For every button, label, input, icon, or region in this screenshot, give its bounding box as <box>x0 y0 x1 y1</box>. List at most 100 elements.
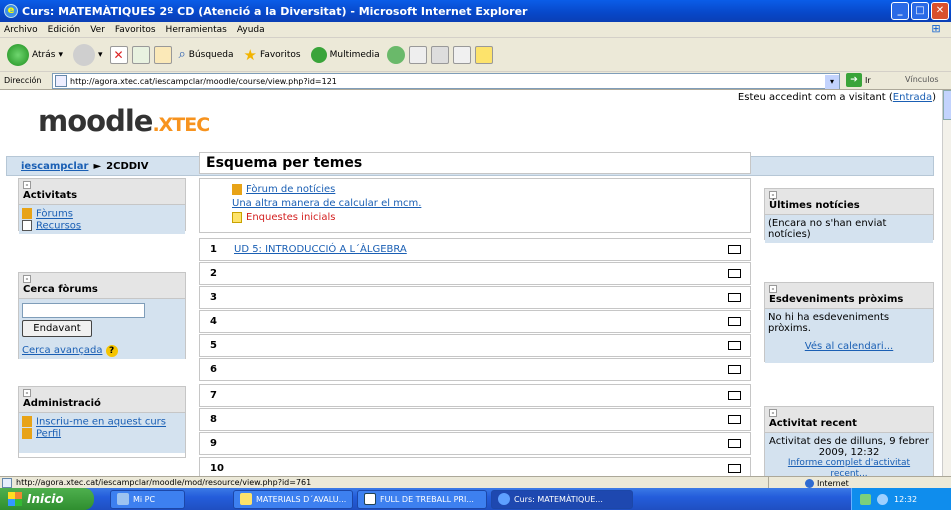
block-upcoming-events: - Esdeveniments pròxims No hi ha esdeveni… <box>764 282 934 363</box>
block-latest-news: - Últimes notícies (Encara no s'han envia… <box>764 188 934 243</box>
forward-button[interactable]: ▾ <box>70 43 106 66</box>
user-icon <box>22 416 32 427</box>
show-only-section-icon[interactable] <box>728 293 741 302</box>
search-label: Búsqueda <box>188 49 234 60</box>
link-forums[interactable]: Fòrums <box>36 209 73 220</box>
minimize-button[interactable]: _ <box>891 2 909 20</box>
start-button[interactable]: Inicio <box>0 488 94 510</box>
section-row: 10 <box>199 457 751 476</box>
scrollbar-thumb[interactable] <box>943 90 951 120</box>
show-only-section-icon[interactable] <box>728 415 741 424</box>
show-only-section-icon[interactable] <box>728 341 741 350</box>
help-icon[interactable]: ? <box>105 345 118 357</box>
block-title: Cerca fòrums <box>23 284 98 295</box>
collapse-icon[interactable]: - <box>23 389 31 397</box>
collapse-icon[interactable]: - <box>769 285 777 293</box>
page-content: moodle.XTEC Esteu accedint com a visitan… <box>0 90 942 476</box>
maximize-button[interactable]: □ <box>911 2 929 20</box>
link-recursos[interactable]: Recursos <box>36 220 81 231</box>
advanced-search-link[interactable]: Cerca avançada <box>22 345 102 356</box>
collapse-icon[interactable]: - <box>769 409 777 417</box>
multimedia-label: Multimedia <box>329 49 380 60</box>
favorites-button[interactable]: ★ Favoritos <box>241 46 304 64</box>
network-icon[interactable] <box>860 493 871 505</box>
collapse-icon[interactable]: - <box>23 275 31 283</box>
status-bar: http://agora.xtec.cat/iescampclar/moodle… <box>0 476 951 489</box>
link-enrol[interactable]: Inscriu-me en aquest curs <box>36 417 166 428</box>
menu-ver[interactable]: Ver <box>90 25 105 35</box>
menu-edicion[interactable]: Edición <box>48 25 81 35</box>
task-label: Mi PC <box>133 494 156 504</box>
folder-icon[interactable] <box>474 45 493 64</box>
edit-icon[interactable] <box>452 45 471 64</box>
section-row: 7 <box>199 384 751 407</box>
login-link[interactable]: Entrada <box>893 92 932 103</box>
show-only-section-icon[interactable] <box>728 464 741 473</box>
section-row: 9 <box>199 432 751 455</box>
no-events-text: No hi ha esdeveniments pròxims. <box>768 312 890 334</box>
ie-tray-icon[interactable] <box>877 493 888 505</box>
system-tray: 12:32 <box>851 488 951 510</box>
address-bar: Dirección http://agora.xtec.cat/iescampc… <box>0 72 951 90</box>
home-icon[interactable] <box>153 45 172 64</box>
show-only-section-icon[interactable] <box>728 391 741 400</box>
section-number: 5 <box>210 340 217 351</box>
task-full-treball[interactable]: FULL DE TREBALL PRI... <box>357 489 487 509</box>
link-surveys[interactable]: Enquestes inicials <box>246 212 335 223</box>
history-icon[interactable] <box>386 45 405 64</box>
show-only-section-icon[interactable] <box>728 245 741 254</box>
chevron-down-icon: ▾ <box>58 49 63 60</box>
task-materials[interactable]: MATERIALS D´AVALU... <box>233 489 353 509</box>
full-report-link[interactable]: Informe complet d'activitat recent... <box>788 458 910 476</box>
forum-icon <box>22 208 32 219</box>
links-button[interactable]: Vínculos <box>905 75 939 84</box>
breadcrumb-home[interactable]: iescampclar <box>21 161 88 172</box>
show-only-section-icon[interactable] <box>728 317 741 326</box>
close-button[interactable]: ✕ <box>931 2 949 20</box>
forum-search-input[interactable] <box>22 303 145 318</box>
collapse-icon[interactable]: - <box>23 181 31 189</box>
search-button[interactable]: ⌕ Búsqueda <box>176 47 237 62</box>
block-recent-activity: - Activitat recent Activitat des de dillu… <box>764 406 934 476</box>
forward-arrow-icon <box>72 43 95 66</box>
show-only-section-icon[interactable] <box>728 439 741 448</box>
section-row: 5 <box>199 334 751 357</box>
vertical-scrollbar[interactable] <box>942 90 951 476</box>
menu-favoritos[interactable]: Favoritos <box>115 25 156 35</box>
refresh-icon[interactable] <box>131 45 150 64</box>
menu-archivo[interactable]: Archivo <box>4 25 38 35</box>
link-news-forum[interactable]: Fòrum de notícies <box>246 184 335 195</box>
mail-icon[interactable] <box>408 45 427 64</box>
show-only-section-icon[interactable] <box>728 365 741 374</box>
menu-ayuda[interactable]: Ayuda <box>237 25 265 35</box>
forum-icon <box>232 183 242 195</box>
recent-activity-text: Activitat des de dilluns, 9 febrer 2009,… <box>769 436 929 458</box>
logo-text: moodle <box>38 104 153 138</box>
breadcrumb-separator: ► <box>93 160 102 172</box>
section-link[interactable]: UD 5: INTRODUCCIÓ A L´ÀLGEBRA <box>234 244 407 255</box>
section-row: 1 UD 5: INTRODUCCIÓ A L´ÀLGEBRA <box>199 238 751 261</box>
multimedia-icon <box>310 46 327 63</box>
collapse-icon[interactable]: - <box>769 191 777 199</box>
go-button[interactable]: ➔ Ir <box>846 73 871 87</box>
link-mcm[interactable]: Una altra manera de calcular el mcm. <box>232 198 421 209</box>
multimedia-button[interactable]: Multimedia <box>308 46 383 63</box>
endavant-button[interactable]: Endavant <box>22 320 92 337</box>
page-icon <box>55 75 67 87</box>
chevron-down-icon[interactable]: ▾ <box>825 75 839 89</box>
print-icon[interactable] <box>430 45 449 64</box>
address-input[interactable]: http://agora.xtec.cat/iescampclar/moodle… <box>52 73 840 89</box>
section-row: 8 <box>199 408 751 431</box>
link-perfil[interactable]: Perfil <box>36 428 61 439</box>
stop-icon[interactable]: ✕ <box>109 45 128 64</box>
show-only-section-icon[interactable] <box>728 269 741 278</box>
task-mi-pc[interactable]: Mi PC <box>110 489 185 509</box>
zone-label: Internet <box>817 478 849 488</box>
moodle-logo: moodle.XTEC <box>38 104 210 138</box>
menu-herramientas[interactable]: Herramientas <box>166 25 227 35</box>
computer-icon <box>117 493 129 505</box>
back-button[interactable]: Atrás ▾ <box>4 43 66 66</box>
calendar-link[interactable]: Vés al calendari... <box>805 341 894 352</box>
logo-suffix: .XTEC <box>152 114 210 136</box>
task-ie-curs[interactable]: Curs: MATEMÀTIQUE... <box>491 489 633 509</box>
